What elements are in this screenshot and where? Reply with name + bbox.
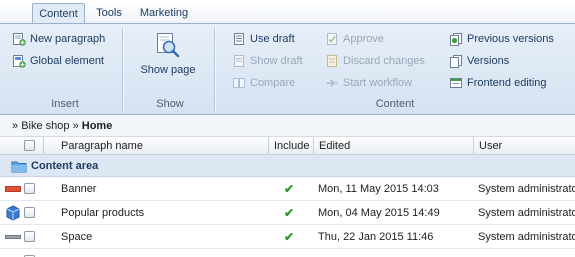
global-element-label: Global element <box>30 55 104 67</box>
frontend-editing-icon <box>450 78 462 88</box>
breadcrumb-item-bike-shop[interactable]: Bike shop <box>21 120 69 132</box>
ribbon: New paragraph Global element Insert Show… <box>0 23 575 115</box>
show-group-label: Show <box>156 98 184 110</box>
include-check-icon: ✔ <box>284 230 295 244</box>
banner-icon <box>5 186 21 192</box>
discard-changes-label: Discard changes <box>343 55 425 67</box>
table-row[interactable]: Space ✔ Thu, 22 Jan 2015 11:46 System ad… <box>0 225 575 249</box>
edited-date: Mon, 11 May 2015 14:03 <box>318 183 439 195</box>
draft-preview-icon <box>234 55 244 67</box>
tab-tools[interactable]: Tools <box>90 3 128 24</box>
breadcrumb-separator: » <box>12 120 19 132</box>
row-checkbox[interactable] <box>24 183 35 194</box>
start-workflow-label: Start workflow <box>343 77 413 89</box>
row-checkbox[interactable] <box>24 207 35 218</box>
column-user[interactable]: User <box>473 137 575 155</box>
discard-icon <box>327 55 337 67</box>
row-checkbox[interactable] <box>24 231 35 242</box>
compare-icon <box>233 78 245 88</box>
paragraph-name: Banner <box>61 183 97 195</box>
compare-label: Compare <box>250 77 296 89</box>
previous-versions-icon <box>450 33 462 46</box>
include-check-icon: ✔ <box>284 182 295 196</box>
approve-label: Approve <box>343 33 384 45</box>
paragraph-name: Space <box>61 231 93 243</box>
magnifier-page-icon <box>157 33 180 58</box>
column-edited[interactable]: Edited <box>313 137 473 155</box>
workflow-icon <box>327 79 338 87</box>
draft-document-icon <box>234 33 244 45</box>
include-check-icon: ✔ <box>284 206 295 220</box>
table-row[interactable]: Banner ✔ Mon, 11 May 2015 14:03 System a… <box>0 177 575 201</box>
new-paragraph-icon <box>13 33 26 46</box>
approve-icon <box>327 33 337 45</box>
versions-icon <box>450 55 462 68</box>
tab-content[interactable]: Content <box>32 3 85 24</box>
column-paragraph-name[interactable]: Paragraph name <box>43 137 268 155</box>
content-group-label: Content <box>375 98 415 110</box>
use-draft-label: Use draft <box>250 33 295 45</box>
user-name: System administrator <box>478 207 575 219</box>
new-paragraph-label: New paragraph <box>30 33 106 45</box>
content-area-group-row[interactable]: Content area <box>0 155 575 177</box>
edited-date: Mon, 04 May 2015 14:49 <box>318 207 440 219</box>
breadcrumb: » Bike shop » Home <box>0 115 575 137</box>
select-all-checkbox[interactable] <box>24 140 35 151</box>
ribbon-divider <box>214 28 215 112</box>
ribbon-tab-bar: Content Tools Marketing <box>0 0 575 24</box>
column-include[interactable]: Include <box>268 137 313 155</box>
frontend-editing-label: Frontend editing <box>467 77 547 89</box>
breadcrumb-current: Home <box>81 120 113 132</box>
user-name: System administrator <box>478 231 575 243</box>
folder-icon <box>11 161 27 173</box>
global-element-icon <box>13 55 26 68</box>
user-name: System administrator <box>478 183 575 195</box>
spacer-icon <box>5 235 21 239</box>
tab-marketing[interactable]: Marketing <box>134 3 194 24</box>
grid-header: Paragraph name Include Edited User <box>0 137 575 155</box>
insert-group-label: Insert <box>51 98 79 110</box>
versions-label: Versions <box>467 55 510 67</box>
show-page-button[interactable]: Show page <box>136 28 200 80</box>
table-row[interactable] <box>0 249 575 257</box>
previous-versions-label: Previous versions <box>467 33 554 45</box>
edited-date: Thu, 22 Jan 2015 11:46 <box>318 231 434 243</box>
module-icon <box>6 205 20 221</box>
ribbon-divider <box>122 28 123 112</box>
paragraph-name: Popular products <box>61 207 145 219</box>
show-page-label: Show page <box>140 64 196 76</box>
show-draft-label: Show draft <box>250 55 303 67</box>
breadcrumb-separator: » <box>72 120 79 132</box>
content-area-label: Content area <box>31 160 99 172</box>
table-row[interactable]: Popular products ✔ Mon, 04 May 2015 14:4… <box>0 201 575 225</box>
